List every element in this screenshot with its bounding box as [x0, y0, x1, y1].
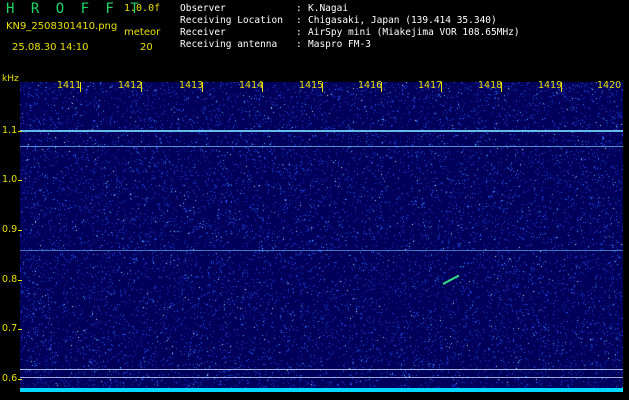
- y-tick-label: 0.6: [2, 373, 18, 384]
- y-tick-label: 1.1: [2, 125, 18, 136]
- x-tick-mark: [322, 82, 323, 92]
- y-tick-mark: [18, 180, 22, 181]
- info-value: Maspro FM-3: [308, 39, 371, 50]
- x-tick-label: 1419: [538, 80, 563, 91]
- y-tick-label: 0.9: [2, 224, 18, 235]
- info-separator: :: [296, 15, 302, 26]
- meteor-label: meteor: [124, 27, 161, 38]
- info-value: Chigasaki, Japan (139.414 35.340): [308, 15, 497, 26]
- x-tick-mark: [262, 82, 263, 92]
- y-tick-label: 0.8: [2, 274, 18, 285]
- info-value: K.Nagai: [308, 3, 349, 14]
- x-tick-mark: [501, 82, 502, 92]
- meteor-count: 20: [140, 42, 153, 53]
- app-title: H R O F F T: [6, 1, 143, 17]
- filename-label: KN9_2508301410.png: [6, 21, 118, 32]
- y-tick-mark: [18, 131, 22, 132]
- version-label: 1.0.0f: [124, 3, 161, 14]
- y-tick-mark: [18, 379, 22, 380]
- x-tick-mark: [441, 82, 442, 92]
- y-tick-label: 0.7: [2, 323, 18, 334]
- x-tick-label: 1420: [597, 80, 622, 91]
- y-tick-label: 1.0: [2, 174, 18, 185]
- y-tick-mark: [18, 230, 22, 231]
- info-separator: :: [296, 27, 302, 38]
- x-tick-mark: [381, 82, 382, 92]
- x-tick-label: 1417: [418, 80, 443, 91]
- y-tick-mark: [18, 329, 22, 330]
- signal-line: [20, 146, 623, 147]
- unit-label: kHz: [2, 74, 19, 84]
- bottom-band: [20, 388, 623, 392]
- spectrogram: [20, 82, 623, 392]
- x-tick-mark: [141, 82, 142, 92]
- info-label: Observer: [180, 3, 226, 14]
- x-tick-label: 1414: [239, 80, 264, 91]
- info-separator: :: [296, 3, 302, 14]
- x-tick-mark: [202, 82, 203, 92]
- signal-line: [20, 369, 623, 370]
- x-tick-label: 1411: [57, 80, 82, 91]
- info-label: Receiver: [180, 27, 226, 38]
- hroft-window: H R O F F T 1.0.0f KN9_2508301410.png me…: [0, 0, 629, 400]
- info-separator: :: [296, 39, 302, 50]
- x-tick-mark: [80, 82, 81, 92]
- y-tick-mark: [18, 280, 22, 281]
- info-label: Receiving Location: [180, 15, 283, 26]
- noise-field: [20, 82, 623, 392]
- x-tick-label: 1412: [118, 80, 143, 91]
- x-tick-mark: [561, 82, 562, 92]
- signal-line: [20, 377, 623, 378]
- info-value: AirSpy mini (Miakejima VOR 108.65MHz): [308, 27, 520, 38]
- x-tick-label: 1416: [358, 80, 383, 91]
- signal-line: [20, 130, 623, 132]
- datetime-label: 25.08.30 14:10: [12, 42, 89, 53]
- x-tick-label: 1418: [478, 80, 503, 91]
- signal-line: [20, 250, 623, 251]
- x-tick-label: 1413: [179, 80, 204, 91]
- info-label: Receiving antenna: [180, 39, 278, 50]
- x-tick-label: 1415: [299, 80, 324, 91]
